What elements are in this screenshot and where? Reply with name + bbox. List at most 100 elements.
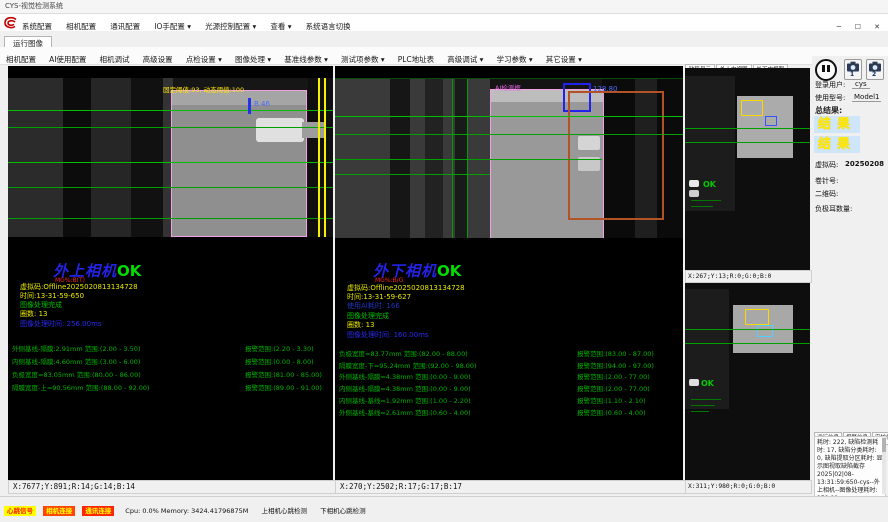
- right-camera-proc-time: 图像处理时间: 160.00ms: [347, 330, 429, 340]
- left-camera-image: 固定阈值:93, 动态阈值:100 B.46: [8, 78, 333, 237]
- baseline-overlay: [335, 159, 602, 160]
- measurement-alarm: 报警范围:(2.00 - 77.00): [577, 371, 650, 381]
- window-title: CYS-视觉检测系统: [5, 2, 63, 10]
- baseline-overlay: [685, 329, 810, 330]
- measurement-alarm: 报警范围:(94.00 - 97.00): [577, 360, 654, 370]
- left-camera-statusbar: X:7677;Y:891;R:14;G:14;B:14: [8, 480, 337, 494]
- camera-1-button[interactable]: 1: [844, 59, 862, 80]
- log-scrollbar[interactable]: [882, 436, 886, 494]
- measurement-value: 内侧基线-隔膜=4.38mm 范围:(0.00 - 9.00): [339, 383, 471, 393]
- qrcode-label: 二维码:: [815, 189, 838, 199]
- measurement-alarm: 报警范围:(1.10 - 2.10): [577, 395, 646, 405]
- baseline-overlay: [8, 187, 333, 188]
- preview-upper-view[interactable]: OK: [685, 68, 810, 270]
- overlay-mark: [691, 206, 713, 207]
- log-scrollbar-thumb[interactable]: [882, 438, 886, 452]
- upper-camera-heartbeat: 上相机心跳检测: [262, 507, 308, 515]
- neg-tab-count-label: 负极耳数量:: [815, 204, 852, 214]
- blue-marker: [248, 98, 251, 114]
- machine-structure: [685, 289, 729, 409]
- preview-lower-statusbar: X:311;Y:980;R:0;G:0;B:0: [685, 480, 812, 494]
- baseline-overlay: [335, 134, 683, 135]
- comm-connection-badge: 通讯连接: [82, 506, 114, 516]
- measurement-alarm: 报警范围:(89.00 - 91.00): [245, 382, 322, 392]
- overlay-mark: [691, 411, 709, 412]
- right-camera-statusbar: X:270;Y:2502;R:17;G:17;B:17: [335, 480, 687, 494]
- baseline-overlay: [335, 116, 683, 117]
- result-box-lower: 结果: [814, 136, 860, 153]
- left-camera-view[interactable]: 固定阈值:93, 动态阈值:100 B.46 外上相机OK MG%:B(T) 虚…: [8, 66, 333, 480]
- preview-tabs: 缺陷显示外上内视图外下内视图: [685, 56, 810, 68]
- right-camera-image: AI检测框 128.80: [335, 78, 683, 238]
- machine-structure: [131, 78, 163, 237]
- measurement-value: 外侧基线-隔膜:2.91mm 范围:(2.00 - 3.50): [12, 343, 140, 353]
- camera-connection-badge: 相机连接: [43, 506, 75, 516]
- preview-lower-ok: OK: [701, 379, 714, 388]
- model-label: 使用型号:: [815, 93, 845, 103]
- model-value: Model1: [852, 93, 881, 102]
- metal-tab-highlight: [689, 180, 699, 187]
- roi-blue-box: [765, 116, 777, 126]
- metal-tab-highlight: [689, 190, 699, 197]
- measurement-alarm: 报警范围:(2.00 - 77.00): [577, 383, 650, 393]
- roi-orange-box: [568, 91, 664, 220]
- baseline-overlay: [685, 142, 810, 143]
- right-camera-ok: OK: [437, 262, 461, 280]
- left-camera-loop-count: 圈数: 13: [20, 309, 48, 319]
- preview-upper-statusbar: X:267;Y:13;R:0;G:0;B:0: [685, 270, 812, 283]
- edge-marker-line: [324, 78, 326, 237]
- pause-icon: [822, 65, 825, 72]
- ai-box-label: AI检测框: [495, 82, 521, 92]
- overlay-mark: [691, 399, 721, 400]
- roi-cyan-box: [757, 325, 773, 337]
- camera-2-button[interactable]: 2: [866, 59, 884, 80]
- heartbeat-signal-badge: 心跳信号: [4, 506, 36, 516]
- threshold-overlay-text: 固定阈值:93, 动态阈值:100: [163, 84, 244, 94]
- machine-structure: [8, 78, 63, 237]
- measurement-value: 隔膜宽度-上=90.56mm 范围:(88.00 - 92.00): [12, 382, 150, 392]
- camera-1-number: 1: [850, 71, 854, 78]
- machine-structure: [308, 78, 333, 237]
- metal-tab-highlight: [578, 136, 600, 150]
- menu-bar: 系统配置 相机配置 通讯配置 IO手配置 ▾ 光源控制配置 ▾ 查看 ▾ 系统语…: [0, 14, 888, 32]
- measurement-alarm: 报警范围:(83.00 - 87.00): [577, 348, 654, 358]
- right-camera-loop-count: 圈数: 13: [347, 320, 375, 330]
- baseline-overlay: [8, 218, 333, 219]
- side-panel: 1 2 登录用户: cys 使用型号: Model1 总结果: 结果 结果 虚拟…: [812, 56, 888, 496]
- app-window: CYS-视觉检测系统 系统配置 相机配置 通讯配置 IO手配置 ▾ 光源控制配置…: [0, 0, 888, 522]
- right-camera-ai-time: 使用AI耗时: 166: [347, 301, 400, 311]
- camera-2-number: 2: [872, 71, 876, 78]
- title-bar: CYS-视觉检测系统: [0, 0, 888, 14]
- roi-yellow-box: [741, 100, 763, 116]
- baseline-overlay: [685, 128, 810, 129]
- measurement-value: 内侧基线-基线=1.92mm 范围:(1.00 - 2.20): [339, 395, 471, 405]
- pause-button[interactable]: [815, 59, 837, 81]
- edge-marker-line: [318, 78, 320, 237]
- virtual-code-value: 20250208: [845, 160, 884, 168]
- virtual-code-label: 虚拟码:: [815, 160, 838, 170]
- left-camera-proc-time: 图像处理时间: 256.00ms: [20, 319, 102, 329]
- right-camera-view[interactable]: AI检测框 128.80 外下相机OK MG%:B/G 虚拟码:Offline2…: [335, 66, 683, 480]
- lower-camera-heartbeat: 下相机心跳检测: [320, 507, 366, 515]
- left-camera-ok: OK: [117, 262, 141, 280]
- connector-tip: [302, 122, 324, 138]
- product-region-box: [171, 90, 307, 237]
- login-user-value: cys: [852, 80, 870, 89]
- pause-icon: [827, 65, 830, 72]
- overlay-mark: [691, 405, 715, 406]
- pin-number-label: 卷针号:: [815, 176, 838, 186]
- measurement-value: 外侧基线-基线=2.61mm 范围:(0.60 - 4.00): [339, 407, 471, 417]
- preview-lower-view[interactable]: OK: [685, 283, 810, 480]
- baseline-overlay: [685, 343, 810, 344]
- preview-upper-ok: OK: [703, 180, 716, 189]
- connector-part: [256, 118, 304, 142]
- baseline-overlay: [8, 127, 333, 128]
- log-text-area[interactable]: 耗时: 222, 缺陷检测耗时: 17, 缺陷分类耗时: 0, 缺陷提取分区耗时…: [814, 436, 886, 498]
- overlay-mark: [691, 200, 721, 201]
- measurement-alarm: 报警范围:(2.20 - 3.30): [245, 343, 314, 353]
- total-result-label: 总结果:: [815, 105, 842, 116]
- blue-value-text: B.46: [254, 100, 270, 108]
- login-user-label: 登录用户:: [815, 80, 845, 90]
- machine-structure: [91, 78, 131, 237]
- measurement-alarm: 报警范围:(81.00 - 85.00): [245, 369, 322, 379]
